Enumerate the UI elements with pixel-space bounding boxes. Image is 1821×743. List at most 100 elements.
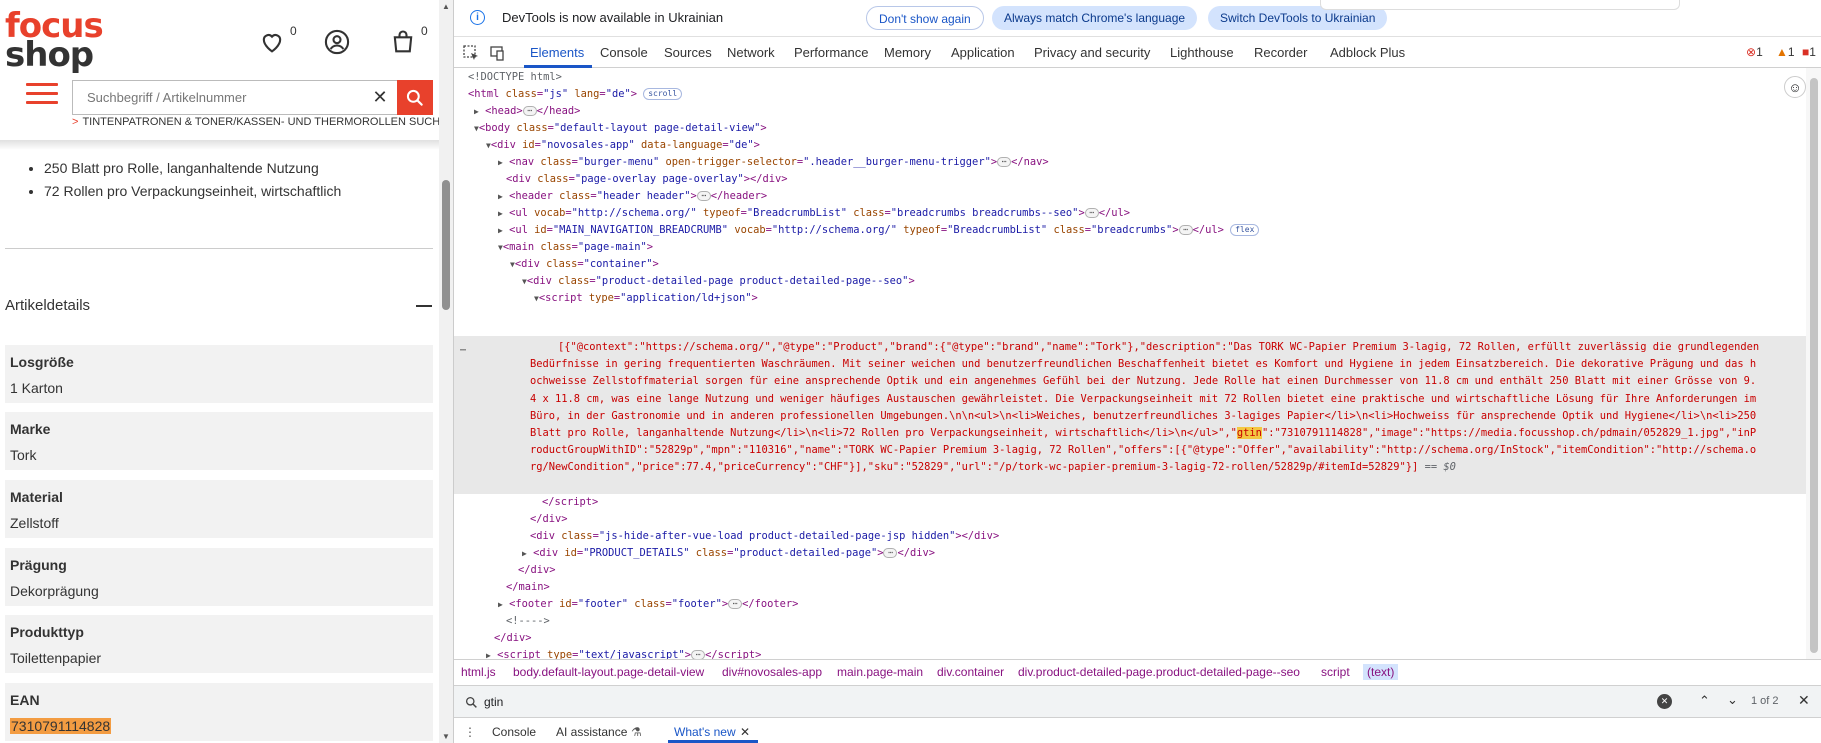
drawer-tab-console[interactable]: Console (492, 725, 536, 739)
dom-node-product-details[interactable]: ▶ <div id="PRODUCT_DETAILS" class="produ… (522, 545, 935, 562)
clear-search-icon[interactable]: ✕ (363, 81, 397, 114)
breadcrumb-item[interactable]: div#novosales-app (722, 665, 822, 679)
breadcrumb-item[interactable]: div.container (937, 665, 1004, 679)
detail-row: Prägung Dekorprägung (5, 548, 433, 606)
scroll-down-icon[interactable]: ▼ (442, 732, 450, 741)
match-count: 1 of 2 (1751, 695, 1779, 707)
dom-scrollbar[interactable] (1806, 68, 1821, 659)
close-find-icon[interactable]: ✕ (1798, 692, 1810, 709)
scrollbar-thumb[interactable] (1810, 78, 1818, 653)
tab-lighthouse[interactable]: Lighthouse (1170, 45, 1234, 60)
dom-node-head[interactable]: ▶ <head> ⋯ </head> (474, 103, 580, 120)
device-toolbar-icon[interactable] (488, 44, 506, 62)
dom-text-node-ldjson[interactable]: [{"@context":"https://schema.org/","@typ… (530, 339, 1760, 477)
dom-comment[interactable]: <!----> (506, 613, 550, 630)
collapse-icon[interactable] (416, 305, 432, 307)
header-shadow (0, 140, 440, 150)
search-input[interactable] (73, 81, 353, 114)
dom-node-novosales-app[interactable]: ▼<div id="novosales-app" data-language="… (486, 137, 760, 154)
detail-label: Losgröße (10, 354, 74, 370)
dom-node-script-ldjson[interactable]: ▼<script type="application/ld+json"> (534, 290, 758, 307)
page-scrollbar[interactable]: ▲ ▼ (439, 0, 453, 743)
wishlist-icon[interactable] (258, 28, 286, 56)
dom-node-overlay[interactable]: <div class="page-overlay page-overlay"><… (506, 171, 788, 188)
tab-privacy-security[interactable]: Privacy and security (1034, 45, 1150, 60)
devtools-panel: i DevTools is now available in Ukrainian… (453, 0, 1821, 743)
scroll-chip[interactable]: scroll (643, 88, 683, 100)
tab-performance[interactable]: Performance (794, 45, 868, 60)
json-text-before: [{"@context":"https://schema.org/","@typ… (530, 341, 1760, 440)
dom-node-header[interactable]: ▶ <header class="header header"> ⋯ </heade… (498, 188, 767, 205)
breadcrumb-item[interactable]: body.default-layout.page-detail-view (513, 665, 704, 679)
flex-chip[interactable]: flex (1230, 224, 1260, 236)
dom-node-script-js[interactable]: ▶ <script type="text/javascript"> ⋯ </scri… (486, 647, 761, 659)
tab-network[interactable]: Network (727, 45, 775, 60)
dom-close-div[interactable]: </div> (494, 630, 532, 647)
close-tab-icon[interactable]: ✕ (740, 725, 750, 739)
dont-show-again-button[interactable]: Don't show again (866, 6, 984, 30)
tab-application[interactable]: Application (951, 45, 1015, 60)
burger-menu-button[interactable] (26, 83, 58, 105)
error-count[interactable]: ⊗1 (1746, 45, 1763, 59)
dom-node-body[interactable]: ▼<body class="default-layout page-detail… (474, 120, 767, 137)
dom-node-container[interactable]: ▼<div class="container"> (510, 256, 659, 273)
breadcrumb-item[interactable]: script (1321, 665, 1350, 679)
warning-count[interactable]: ▲1 (1776, 45, 1795, 59)
shop-logo[interactable]: focus shop (5, 9, 104, 72)
dom-node-main[interactable]: ▼<main class="page-main"> (498, 239, 653, 256)
detail-label: Produkttyp (10, 624, 84, 640)
find-input[interactable] (484, 693, 1534, 711)
dom-close-div[interactable]: </div> (518, 562, 556, 579)
search-hint-link[interactable]: > TINTENPATRONEN & TONER/KASSEN- UND THER… (72, 116, 453, 128)
drawer-tab-whats-new[interactable]: What's new (674, 725, 736, 739)
find-bar: ✕ ⌃ ⌄ 1 of 2 ✕ (454, 685, 1821, 717)
cart-icon[interactable] (389, 28, 417, 56)
clear-find-icon[interactable]: ✕ (1657, 694, 1672, 709)
issues-count[interactable]: ■1 (1802, 45, 1816, 59)
overlay-card (1320, 0, 1680, 10)
dom-node-breadcrumbs-seo[interactable]: ▶ <ul vocab="http://schema.org/" typeof=… (498, 205, 1130, 222)
inspect-element-icon[interactable] (462, 44, 480, 62)
detail-value: 1 Karton (10, 380, 63, 396)
list-item: 250 Blatt pro Rolle, langanhaltende Nutz… (44, 160, 341, 176)
accessibility-icon[interactable]: ☺ (1784, 76, 1806, 98)
dom-close-script[interactable]: </script> (542, 494, 598, 511)
dom-node-footer[interactable]: ▶ <footer id="footer" class="footer"> ⋯ </… (498, 596, 798, 613)
dom-node-jsp-hidden[interactable]: <div class="js-hide-after-vue-load produ… (530, 528, 999, 545)
next-match-icon[interactable]: ⌄ (1727, 692, 1738, 708)
warning-icon: ▲ (1776, 45, 1788, 59)
tab-console[interactable]: Console (600, 45, 648, 60)
drawer-tab-ai-assistance[interactable]: AI assistance (556, 725, 627, 739)
dom-tree: <!DOCTYPE html> <html class="js" lang="d… (454, 68, 1806, 659)
previous-match-icon[interactable]: ⌃ (1699, 693, 1710, 709)
breadcrumb-item[interactable]: html.js (461, 665, 496, 679)
search-button[interactable] (397, 80, 433, 115)
always-match-language-button[interactable]: Always match Chrome's language (992, 6, 1198, 30)
drawer-menu-icon[interactable]: ⋮ (464, 725, 476, 739)
tab-sources[interactable]: Sources (664, 45, 712, 60)
tab-elements[interactable]: Elements (530, 45, 584, 60)
dom-node-product-detailed-seo[interactable]: ▼<div class="product-detailed-page produ… (522, 273, 915, 290)
detail-value: Toilettenpapier (10, 650, 102, 666)
detail-label: Material (10, 489, 63, 505)
scroll-up-icon[interactable]: ▲ (442, 2, 450, 11)
dom-node-html[interactable]: <html class="js" lang="de"> scroll (468, 86, 683, 103)
tab-memory[interactable]: Memory (884, 45, 931, 60)
scrollbar-thumb[interactable] (442, 180, 450, 310)
tab-recorder[interactable]: Recorder (1254, 45, 1307, 60)
dom-close-main[interactable]: </main> (506, 579, 550, 596)
breadcrumb-item-selected[interactable]: (text) (1363, 664, 1399, 680)
breadcrumb-item[interactable]: div.product-detailed-page.product-detail… (1018, 665, 1300, 679)
tab-adblock-plus[interactable]: Adblock Plus (1330, 45, 1405, 60)
feature-list: 250 Blatt pro Rolle, langanhaltende Nutz… (28, 160, 341, 206)
breadcrumb-item[interactable]: main.page-main (837, 665, 923, 679)
dom-node-main-nav-breadcrumb[interactable]: ▶ <ul id="MAIN_NAVIGATION_BREADCRUMB" vo… (498, 222, 1260, 239)
detail-value-ean: 7310791114828 (10, 718, 112, 734)
more-options-icon[interactable]: ⋯ (460, 342, 466, 359)
dom-close-div[interactable]: </div> (530, 511, 568, 528)
error-count-value: 1 (1756, 45, 1763, 59)
dom-node-nav[interactable]: ▶ <nav class="burger-menu" open-trigger-… (498, 154, 1049, 171)
detail-label: Marke (10, 421, 51, 437)
account-icon[interactable] (323, 28, 351, 56)
dollar0-marker: == $0 (1424, 461, 1456, 474)
